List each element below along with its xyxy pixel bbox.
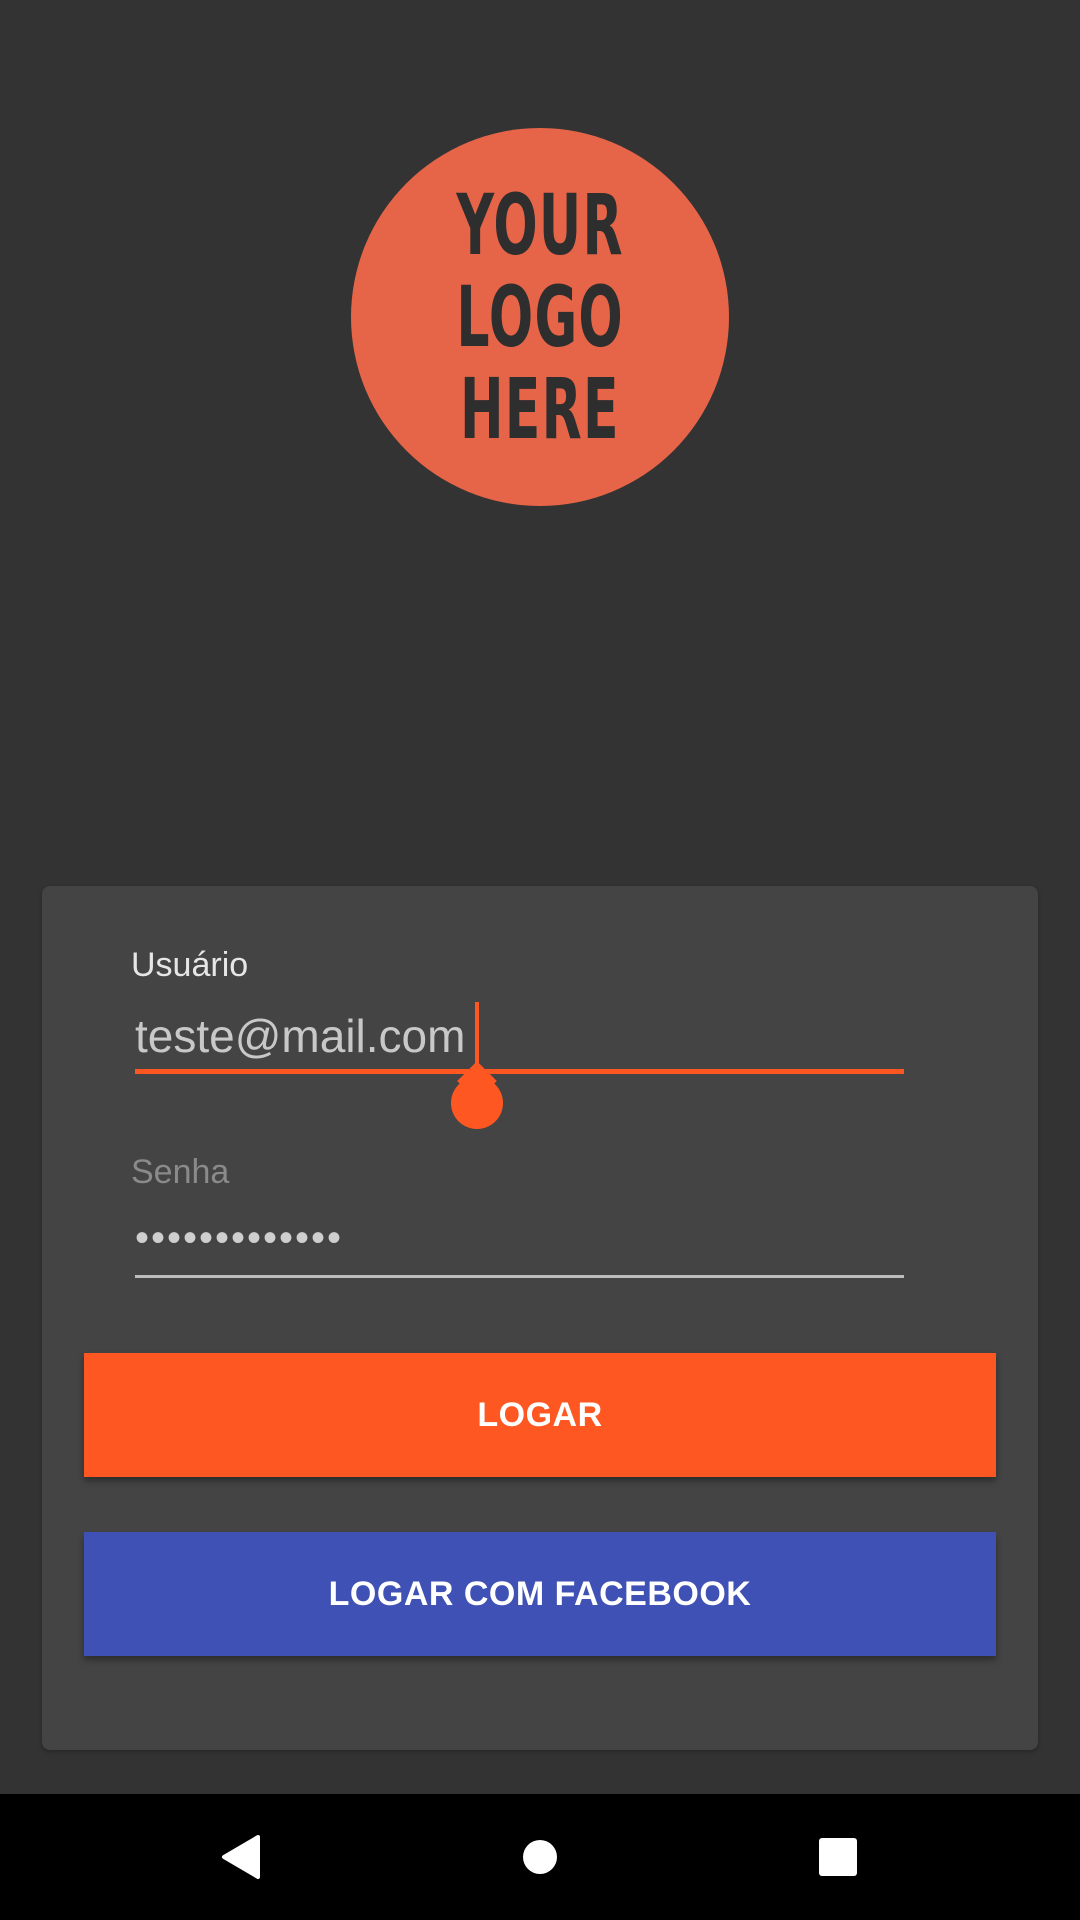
login-button[interactable]: LOGAR bbox=[84, 1353, 996, 1477]
nav-home-button[interactable] bbox=[480, 1794, 600, 1920]
nav-recents-button[interactable] bbox=[778, 1794, 898, 1920]
password-underline bbox=[135, 1275, 904, 1278]
back-icon bbox=[222, 1835, 260, 1879]
facebook-login-button[interactable]: LOGAR COM FACEBOOK bbox=[84, 1532, 996, 1656]
cursor-handle[interactable] bbox=[451, 1077, 503, 1129]
recents-icon bbox=[819, 1838, 857, 1876]
logo-text-line-3: HERE bbox=[460, 360, 620, 458]
password-label: Senha bbox=[131, 1153, 230, 1191]
logo-text-line-1: YOUR bbox=[456, 176, 624, 274]
navigation-bar bbox=[0, 1794, 1080, 1920]
username-input[interactable] bbox=[135, 1006, 904, 1066]
nav-back-button[interactable] bbox=[180, 1794, 300, 1920]
login-screen: YOUR LOGO HERE Usuário Senha •••••••••••… bbox=[0, 0, 1080, 1920]
username-label: Usuário bbox=[131, 946, 249, 984]
logo-text-line-2: LOGO bbox=[456, 268, 624, 366]
text-cursor bbox=[475, 1002, 479, 1070]
username-underline bbox=[135, 1069, 904, 1074]
app-logo: YOUR LOGO HERE bbox=[351, 128, 729, 506]
password-input[interactable]: ••••••••••••• bbox=[135, 1216, 904, 1266]
home-icon bbox=[523, 1840, 557, 1874]
